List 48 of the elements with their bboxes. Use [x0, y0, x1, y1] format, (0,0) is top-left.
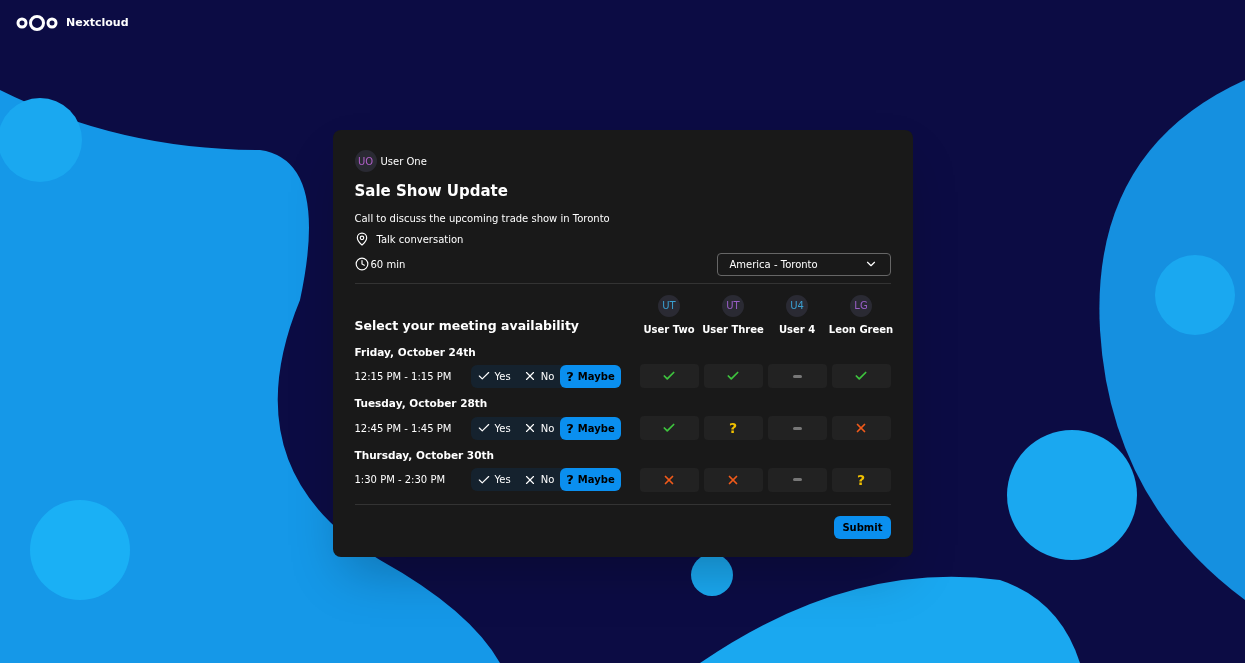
timezone-select[interactable]: America - Toronto — [716, 252, 891, 276]
dash-icon — [792, 426, 802, 430]
answer-option[interactable]: ? Maybe — [560, 468, 621, 492]
dash-icon — [792, 478, 802, 482]
participant-name: User Three — [702, 322, 764, 337]
location-text: Talk conversation — [376, 232, 464, 247]
slot-time: 1:30 PM - 2:30 PM — [354, 473, 447, 488]
participant-name: User 4 — [778, 322, 816, 337]
answer-option[interactable]: Yes — [470, 468, 517, 492]
answer-option[interactable]: Yes — [470, 416, 517, 440]
answer-option[interactable]: ? Maybe — [560, 416, 621, 440]
dash-icon — [792, 374, 802, 378]
answer-option[interactable]: No — [516, 416, 561, 440]
participant-name: Leon Green — [828, 322, 894, 337]
check-icon — [476, 421, 491, 435]
organizer-name: User One — [380, 154, 427, 169]
answer-option[interactable]: No — [516, 468, 561, 492]
submit-button[interactable]: Submit — [834, 515, 891, 539]
duration-text: 60 min — [370, 257, 406, 272]
avatar: LG — [850, 294, 872, 317]
slot-date: Tuesday, October 28th — [354, 396, 489, 412]
slot-date: Friday, October 24th — [354, 344, 477, 360]
slot-date: Thursday, October 30th — [354, 448, 495, 463]
avatar: UT — [658, 294, 680, 317]
question-icon: ? — [566, 473, 574, 487]
avatar: UT — [722, 294, 744, 317]
avatar: U4 — [786, 294, 808, 317]
slot-time: 12:15 PM - 1:15 PM — [354, 369, 453, 384]
event-title: Sale Show Update — [354, 181, 509, 202]
answer-option[interactable]: Yes — [470, 364, 517, 388]
background-circle — [691, 554, 733, 596]
logo-icon — [16, 15, 58, 31]
participant-name: User Two — [643, 322, 695, 337]
avatar: UO — [354, 150, 377, 172]
question-icon: ? — [566, 369, 574, 383]
clock-icon — [354, 257, 369, 271]
question-icon: ? — [566, 421, 574, 435]
brand-name: Nextcloud — [66, 14, 129, 31]
event-description: Call to discuss the upcoming trade show in Toronto — [354, 211, 611, 226]
answer-option[interactable]: No — [516, 364, 561, 388]
answer-option[interactable]: ? Maybe — [560, 364, 621, 388]
question-icon: ? — [728, 421, 738, 435]
section-heading: Select your meeting availability — [354, 316, 580, 335]
slot-time: 12:45 PM - 1:45 PM — [354, 421, 453, 436]
cross-icon — [854, 421, 868, 435]
question-icon: ? — [856, 472, 866, 487]
location-icon — [354, 232, 369, 246]
check-icon — [662, 421, 676, 435]
